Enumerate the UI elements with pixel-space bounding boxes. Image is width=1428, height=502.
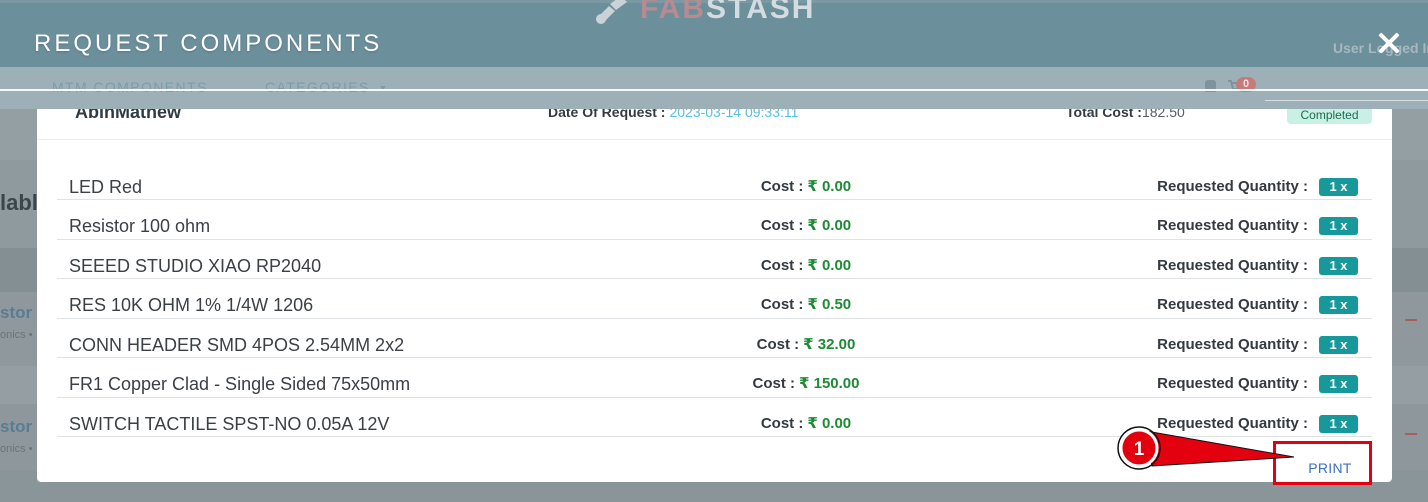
item-name: SEEED STUDIO XIAO RP2040 bbox=[69, 255, 322, 276]
quantity-label: Requested Quantity : bbox=[1157, 256, 1308, 274]
nav-mtm-components[interactable]: MTM COMPONENTS bbox=[52, 79, 208, 96]
remove-icon bbox=[1405, 433, 1417, 435]
request-date-label: Date Of Request : bbox=[548, 109, 666, 120]
list-item: LED Red Cost : ₹ 0.00 Requested Quantity … bbox=[57, 161, 1372, 200]
requester-name: AbinMathew bbox=[75, 109, 181, 122]
background-heading: labl bbox=[0, 190, 37, 215]
request-summary: AbinMathew Date Of Request :2023-03-14 0… bbox=[37, 109, 1392, 140]
item-cost: Cost : ₹ 0.00 bbox=[761, 257, 851, 275]
list-item: RES 10K OHM 1% 1/4W 1206 Cost : ₹ 0.50 Re… bbox=[57, 279, 1372, 319]
item-name: LED Red bbox=[69, 176, 143, 197]
item-quantity: Requested Quantity : 1 x bbox=[1157, 335, 1358, 354]
app-logo[interactable]: FAB STASH bbox=[593, 0, 815, 24]
list-item: Resistor 100 ohm Cost : ₹ 0.00 Requested … bbox=[57, 200, 1372, 240]
total-cost-label: Total Cost : bbox=[1066, 109, 1142, 120]
navbar-divider bbox=[1265, 100, 1428, 101]
item-quantity: Requested Quantity : 1 x bbox=[1157, 177, 1358, 196]
quantity-badge: 1 x bbox=[1319, 335, 1358, 354]
cost-value: ₹ 0.00 bbox=[807, 177, 852, 195]
robot-arm-icon-svg bbox=[596, 0, 627, 24]
cost-label: Cost : bbox=[756, 335, 800, 353]
quantity-label: Requested Quantity : bbox=[1157, 375, 1308, 392]
request-date: Date Of Request :2023-03-14 09:33:11 bbox=[548, 109, 798, 121]
status-badge: Completed bbox=[1287, 109, 1372, 124]
quantity-label: Requested Quantity : bbox=[1157, 414, 1308, 432]
list-item: CONN HEADER SMD 4POS 2.54MM 2x2 Cost : ₹ … bbox=[57, 319, 1372, 358]
cost-value: ₹ 32.00 bbox=[803, 335, 856, 353]
list-item: SEEED STUDIO XIAO RP2040 Cost : ₹ 0.00 Re… bbox=[57, 240, 1372, 279]
quantity-badge: 1 x bbox=[1319, 414, 1358, 433]
list-item: FR1 Copper Clad - Single Sided 75x50mm C… bbox=[57, 358, 1372, 398]
item-name: RES 10K OHM 1% 1/4W 1206 bbox=[69, 295, 314, 315]
cost-value: ₹ 0.50 bbox=[807, 296, 852, 313]
cost-label: Cost : bbox=[760, 414, 804, 432]
navbar-divider bbox=[0, 89, 1428, 91]
logo-text-stash: STASH bbox=[706, 0, 816, 24]
close-button[interactable] bbox=[1376, 30, 1402, 56]
cost-label: Cost : bbox=[752, 375, 796, 392]
item-cost: Cost : ₹ 0.00 bbox=[761, 415, 851, 433]
item-cost: Cost : ₹ 0.50 bbox=[761, 296, 851, 314]
cost-label: Cost : bbox=[760, 217, 804, 234]
background-row-subtitle: onics • bbox=[0, 329, 33, 341]
quantity-label: Requested Quantity : bbox=[1157, 217, 1308, 234]
background-row-subtitle: onics • bbox=[0, 443, 33, 455]
request-total: Total Cost :182.50 bbox=[1066, 109, 1185, 121]
cost-value: ₹ 0.00 bbox=[807, 414, 852, 432]
quantity-badge: 1 x bbox=[1319, 256, 1358, 275]
quantity-badge: 1 x bbox=[1319, 375, 1358, 393]
item-name: Resistor 100 ohm bbox=[69, 216, 211, 236]
background-row-title: stor bbox=[0, 303, 33, 322]
quantity-badge: 1 x bbox=[1319, 296, 1358, 314]
cost-label: Cost : bbox=[760, 256, 804, 274]
item-quantity: Requested Quantity : 1 x bbox=[1157, 217, 1358, 235]
total-cost-value: 182.50 bbox=[1141, 109, 1185, 120]
item-cost: Cost : ₹ 0.00 bbox=[761, 217, 851, 235]
item-name: SWITCH TACTILE SPST-NO 0.05A 12V bbox=[69, 413, 390, 434]
robot-arm-icon bbox=[593, 0, 629, 24]
list-item: SWITCH TACTILE SPST-NO 0.05A 12V Cost : ₹… bbox=[57, 398, 1372, 437]
quantity-label: Requested Quantity : bbox=[1157, 296, 1308, 313]
cost-value: ₹ 150.00 bbox=[799, 375, 860, 392]
item-quantity: Requested Quantity : 1 x bbox=[1157, 256, 1358, 275]
item-quantity: Requested Quantity : 1 x bbox=[1157, 296, 1358, 314]
page: FAB STASH User Logged In MTM COMPONENTS … bbox=[0, 0, 1428, 502]
logo-text: FAB STASH bbox=[640, 0, 815, 24]
modal-title: REQUEST COMPONENTS bbox=[34, 30, 383, 57]
request-date-value: 2023-03-14 09:33:11 bbox=[669, 109, 799, 120]
item-cost: Cost : ₹ 32.00 bbox=[757, 336, 856, 354]
logo-shape bbox=[610, 0, 627, 10]
print-button[interactable]: PRINT bbox=[1280, 453, 1380, 482]
request-details-card: AbinMathew Date Of Request :2023-03-14 0… bbox=[37, 109, 1392, 482]
background-row-title: stor bbox=[0, 417, 33, 436]
cost-value: ₹ 0.00 bbox=[807, 217, 852, 234]
quantity-badge: 1 x bbox=[1319, 177, 1358, 196]
cost-value: ₹ 0.00 bbox=[807, 256, 852, 274]
item-quantity: Requested Quantity : 1 x bbox=[1157, 375, 1358, 393]
item-cost: Cost : ₹ 150.00 bbox=[753, 375, 860, 393]
quantity-label: Requested Quantity : bbox=[1157, 335, 1308, 353]
remove-icon bbox=[1405, 319, 1417, 321]
quantity-label: Requested Quantity : bbox=[1157, 177, 1308, 195]
item-quantity: Requested Quantity : 1 x bbox=[1157, 414, 1358, 433]
item-name: CONN HEADER SMD 4POS 2.54MM 2x2 bbox=[69, 334, 405, 355]
quantity-badge: 1 x bbox=[1319, 217, 1358, 235]
item-cost: Cost : ₹ 0.00 bbox=[761, 178, 851, 196]
nav-categories[interactable]: CATEGORIES bbox=[265, 79, 370, 96]
logo-text-fab: FAB bbox=[640, 0, 706, 24]
item-list: LED Red Cost : ₹ 0.00 Requested Quantity … bbox=[57, 161, 1372, 437]
item-name: FR1 Copper Clad - Single Sided 75x50mm bbox=[69, 374, 411, 394]
cost-label: Cost : bbox=[760, 177, 804, 195]
cost-label: Cost : bbox=[760, 296, 804, 313]
